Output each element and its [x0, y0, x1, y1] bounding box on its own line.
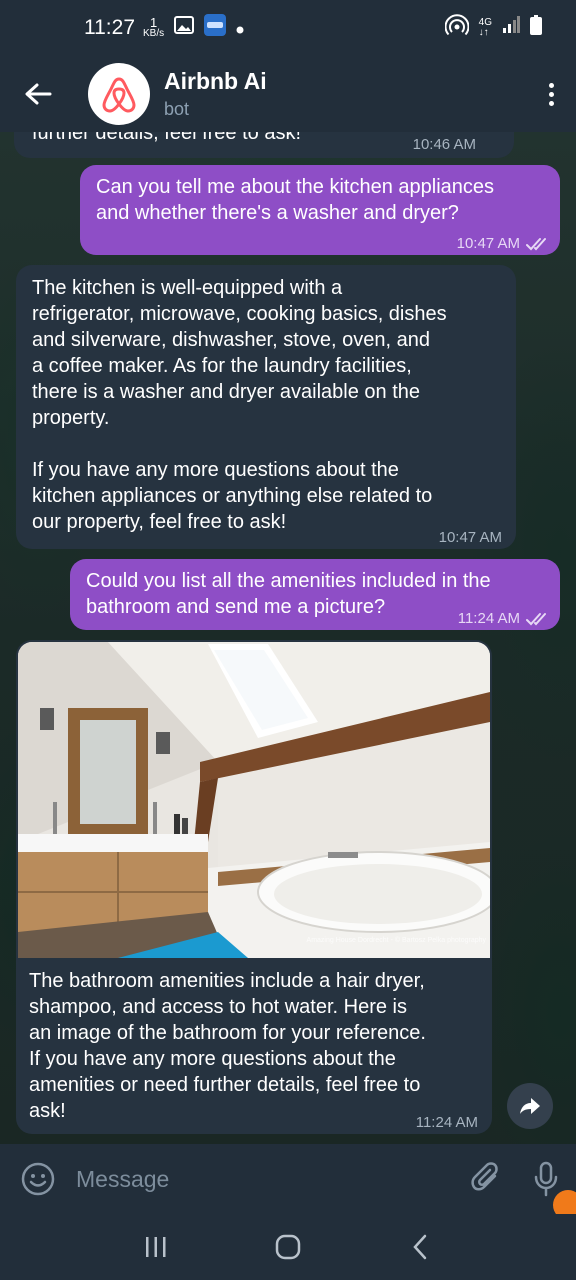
- share-arrow-icon: [520, 1098, 540, 1114]
- image-icon: [174, 16, 195, 40]
- bathroom-photo[interactable]: Amazing House Dordrecht - © Bartosz Pelk…: [18, 642, 490, 958]
- message-incoming-photo[interactable]: Amazing House Dordrecht - © Bartosz Pelk…: [16, 640, 492, 1134]
- status-time: 11:27: [84, 16, 135, 39]
- forward-button[interactable]: [507, 1083, 553, 1129]
- dot-icon: [548, 91, 554, 97]
- message-text: The bathroom amenities include a hair dr…: [29, 970, 426, 1122]
- message-outgoing[interactable]: Could you list all the amenities include…: [70, 559, 560, 630]
- chat-header: Airbnb Ai bot: [0, 56, 576, 132]
- home-icon: [275, 1234, 301, 1260]
- smiley-icon: [21, 1162, 55, 1196]
- chevron-left-icon: [413, 1234, 427, 1260]
- system-back-button[interactable]: [390, 1217, 450, 1277]
- hotspot-icon: [444, 14, 470, 42]
- battery-icon: [530, 15, 542, 41]
- emoji-button[interactable]: [0, 1144, 76, 1214]
- message-time: 10:47 AM: [438, 529, 502, 546]
- message-incoming[interactable]: further details, feel free to ask! 10:46…: [14, 132, 514, 158]
- message-list-top: further details, feel free to ask! 10:46…: [0, 132, 576, 162]
- photo-credit: Amazing House Dordrecht - © Bartosz Pelk…: [306, 937, 486, 944]
- message-input[interactable]: [76, 1165, 446, 1193]
- chat-title: Airbnb Ai: [164, 68, 267, 94]
- dot-icon: [548, 82, 554, 88]
- message-input-bar: [0, 1144, 576, 1214]
- system-nav-bar: [0, 1214, 576, 1280]
- message-incoming[interactable]: The kitchen is well-equipped with a refr…: [16, 265, 516, 549]
- paperclip-icon: [471, 1162, 498, 1191]
- status-bar: 11:27 1 KB/s 4G ↓↑: [0, 0, 576, 56]
- home-button[interactable]: [258, 1217, 318, 1277]
- dot-icon: [548, 100, 554, 106]
- message-text: Can you tell me about the kitchen applia…: [96, 176, 495, 224]
- message-text: The kitchen is well-equipped with a refr…: [32, 277, 447, 533]
- network-type: 4G ↓↑: [478, 17, 492, 38]
- attach-button[interactable]: [456, 1144, 516, 1214]
- arrow-left-icon: [25, 83, 52, 105]
- chat-title-block[interactable]: Airbnb Ai bot: [164, 68, 267, 120]
- more-options-button[interactable]: [526, 56, 576, 132]
- bathroom-image: [18, 642, 490, 958]
- message-text: further details, feel free to ask!: [32, 132, 302, 144]
- message-text: Could you list all the amenities include…: [86, 570, 491, 618]
- back-button[interactable]: [0, 56, 76, 132]
- recent-apps-icon: [146, 1237, 166, 1257]
- airbnb-logo-icon: [102, 77, 136, 113]
- chat-subtitle: bot: [164, 99, 190, 119]
- message-time: 10:47 AM: [457, 231, 550, 257]
- message-time: 10:46 AM: [412, 136, 476, 153]
- double-check-icon: [526, 238, 546, 251]
- double-check-icon: [526, 613, 546, 626]
- dot-icon: [236, 17, 244, 40]
- app-icon: [204, 14, 227, 42]
- signal-icon: [502, 16, 520, 40]
- message-time: 11:24 AM: [415, 1114, 478, 1131]
- microphone-icon: [534, 1161, 558, 1197]
- message-time: 11:24 AM: [458, 606, 550, 632]
- net-speed: 1 KB/s: [143, 15, 165, 39]
- avatar[interactable]: [88, 63, 150, 125]
- recent-apps-button[interactable]: [126, 1217, 186, 1277]
- message-outgoing[interactable]: Can you tell me about the kitchen applia…: [80, 165, 560, 255]
